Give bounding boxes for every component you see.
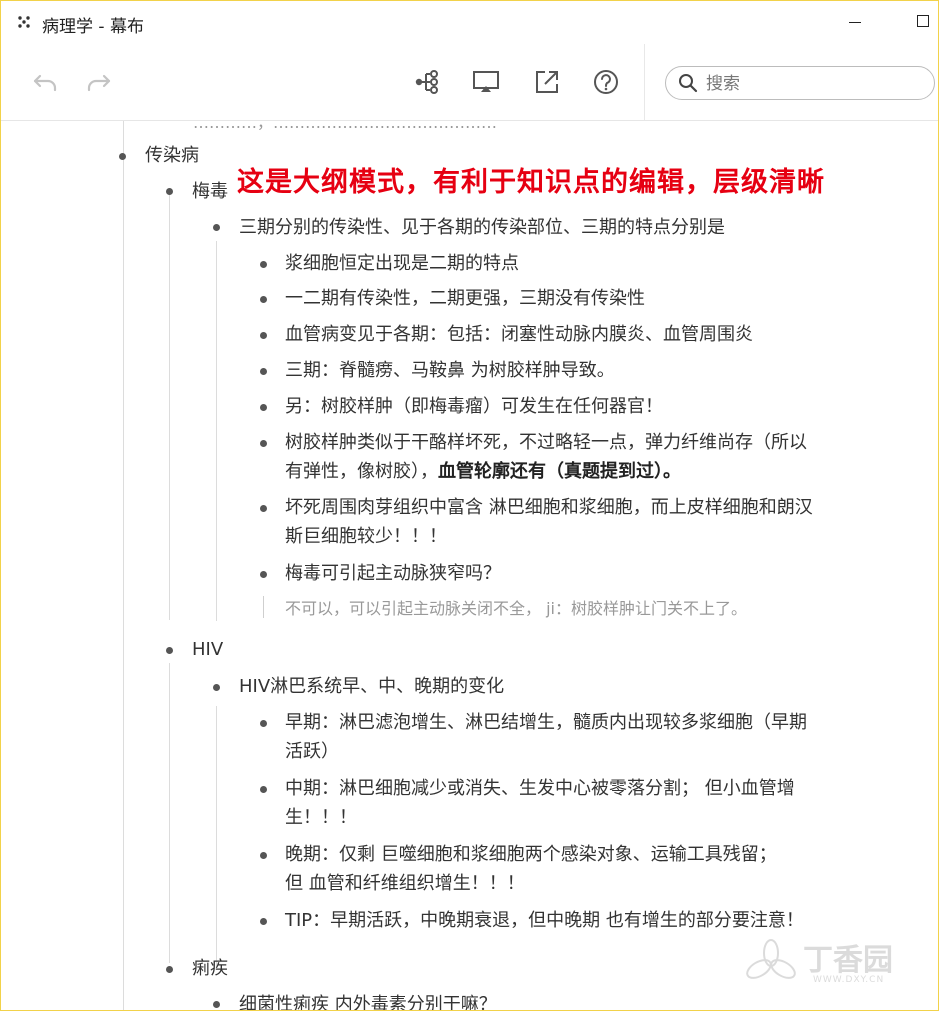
- list-item[interactable]: 三期：脊髓痨、马鞍鼻 为树胶样肿导致。: [285, 357, 615, 385]
- item-note[interactable]: 不可以，可以引起主动脉关闭不全， ji：树胶样肿让门关不上了。: [285, 595, 747, 619]
- help-icon: [594, 70, 618, 94]
- list-item-continued[interactable]: 斯巨细胞较少！！！: [285, 523, 447, 551]
- undo-button[interactable]: [31, 67, 61, 97]
- toolbar-separator: [644, 44, 645, 120]
- minimize-icon[interactable]: [849, 22, 861, 23]
- bullet[interactable]: [260, 440, 267, 447]
- present-button[interactable]: [471, 67, 501, 97]
- search-box[interactable]: [665, 66, 935, 100]
- bullet[interactable]: [260, 261, 267, 268]
- watermark-name: 丁香园: [803, 943, 893, 978]
- open-external-button[interactable]: [532, 67, 562, 97]
- list-item[interactable]: 早期：淋巴滤泡增生、淋巴结增生，髓质内出现较多浆细胞（早期: [285, 709, 807, 737]
- maximize-icon[interactable]: [917, 15, 929, 27]
- list-item-text: 有弹性，像树胶），: [285, 461, 438, 482]
- bullet[interactable]: [260, 786, 267, 793]
- outline-item-hiv[interactable]: HIV: [192, 636, 223, 664]
- bullet[interactable]: [166, 966, 173, 973]
- outline-guide-line: [123, 121, 124, 1010]
- list-item[interactable]: TIP：早期活跃，中晚期衰退，但中晚期 也有增生的部分要注意！: [285, 907, 804, 935]
- mubu-logo-icon: [15, 13, 33, 31]
- outline-guide-line: [169, 195, 170, 620]
- list-item[interactable]: 浆细胞恒定出现是二期的特点: [285, 250, 519, 278]
- list-item[interactable]: 另：树胶样肿（即梅毒瘤）可发生在任何器官！: [285, 393, 663, 421]
- search-icon: [679, 74, 698, 93]
- search-input[interactable]: [704, 71, 918, 97]
- annotation-text: 这是大纲模式，有利于知识点的编辑，层级清晰: [237, 167, 825, 198]
- outline-guide-line: [169, 663, 170, 963]
- bullet[interactable]: [260, 332, 267, 339]
- bullet[interactable]: [213, 684, 220, 691]
- list-item-continued[interactable]: 但 血管和纤维组织增生！！！: [285, 870, 525, 898]
- outline-guide-line: [216, 241, 217, 621]
- external-link-icon: [536, 71, 558, 93]
- toolbar: [1, 44, 938, 121]
- list-item[interactable]: 晚期：仅剩 巨噬细胞和浆细胞两个感染对象、运输工具残留；: [285, 841, 777, 869]
- window-title: 病理学 - 幕布: [42, 17, 144, 37]
- outline-item-syphilis[interactable]: 梅毒: [192, 178, 228, 206]
- list-item[interactable]: 树胶样肿类似于干酪样坏死，不过略轻一点，弹力纤维尚存（所以: [285, 429, 807, 457]
- mindmap-button[interactable]: [412, 67, 442, 97]
- watermark: 丁香园 WWW.DXY.CN: [743, 935, 928, 999]
- outline-item-hiv-question[interactable]: HIV淋巴系统早、中、晚期的变化: [239, 673, 504, 701]
- bullet[interactable]: [213, 1001, 220, 1008]
- outline-item-infectious-disease[interactable]: 传染病: [145, 142, 199, 170]
- bullet[interactable]: [166, 647, 173, 654]
- list-item[interactable]: 坏死周围肉芽组织中富含 淋巴细胞和浆细胞，而上皮样细胞和朗汉: [285, 494, 813, 522]
- bullet[interactable]: [260, 918, 267, 925]
- bullet[interactable]: [213, 224, 220, 231]
- mindmap-icon: [415, 70, 438, 94]
- list-item[interactable]: 梅毒可引起主动脉狭窄吗？: [285, 560, 501, 588]
- bullet[interactable]: [260, 852, 267, 859]
- outline-item-dysentery[interactable]: 痢疾: [192, 955, 228, 983]
- watermark-flower-icon: [746, 939, 796, 979]
- bold-text: 血管轮廓还有（真题提到过）。: [438, 461, 681, 482]
- list-item[interactable]: 中期：淋巴细胞减少或消失、生发中心被零落分割； 但小血管增: [285, 775, 795, 803]
- list-item[interactable]: 血管病变见于各期：包括：闭塞性动脉内膜炎、血管周围炎: [285, 321, 753, 349]
- outline-editor: …………，…………………………………… 传染病 这是大纲模式，有利于知识点的编辑…: [1, 121, 938, 1010]
- list-item-continued[interactable]: 有弹性，像树胶），血管轮廓还有（真题提到过）。: [285, 458, 681, 486]
- outline-item-syphilis-question[interactable]: 三期分别的传染性、见于各期的传染部位、三期的特点分别是: [239, 214, 725, 242]
- outline-item-dysentery-question[interactable]: 细菌性痢疾 内外毒素分别干嘛？: [239, 991, 497, 1010]
- redo-button[interactable]: [83, 67, 113, 97]
- note-indicator: [263, 596, 264, 618]
- list-item-continued[interactable]: 活跃）: [285, 738, 339, 766]
- bullet[interactable]: [166, 188, 173, 195]
- title-bar: 病理学 - 幕布: [1, 1, 938, 44]
- present-icon: [473, 71, 499, 92]
- bullet[interactable]: [260, 404, 267, 411]
- outline-guide-line: [216, 706, 217, 966]
- undo-icon: [33, 74, 57, 92]
- list-item[interactable]: 一二期有传染性，二期更强，三期没有传染性: [285, 285, 645, 313]
- redo-icon: [87, 74, 111, 92]
- bullet[interactable]: [260, 571, 267, 578]
- bullet[interactable]: [260, 720, 267, 727]
- watermark-url: WWW.DXY.CN: [813, 975, 885, 985]
- help-button[interactable]: [591, 67, 621, 97]
- bullet[interactable]: [119, 153, 126, 160]
- bullet[interactable]: [260, 296, 267, 303]
- clipped-text: …………，……………………………………: [193, 121, 498, 132]
- list-item-continued[interactable]: 生！！！: [285, 804, 357, 832]
- bullet[interactable]: [260, 368, 267, 375]
- bullet[interactable]: [260, 505, 267, 512]
